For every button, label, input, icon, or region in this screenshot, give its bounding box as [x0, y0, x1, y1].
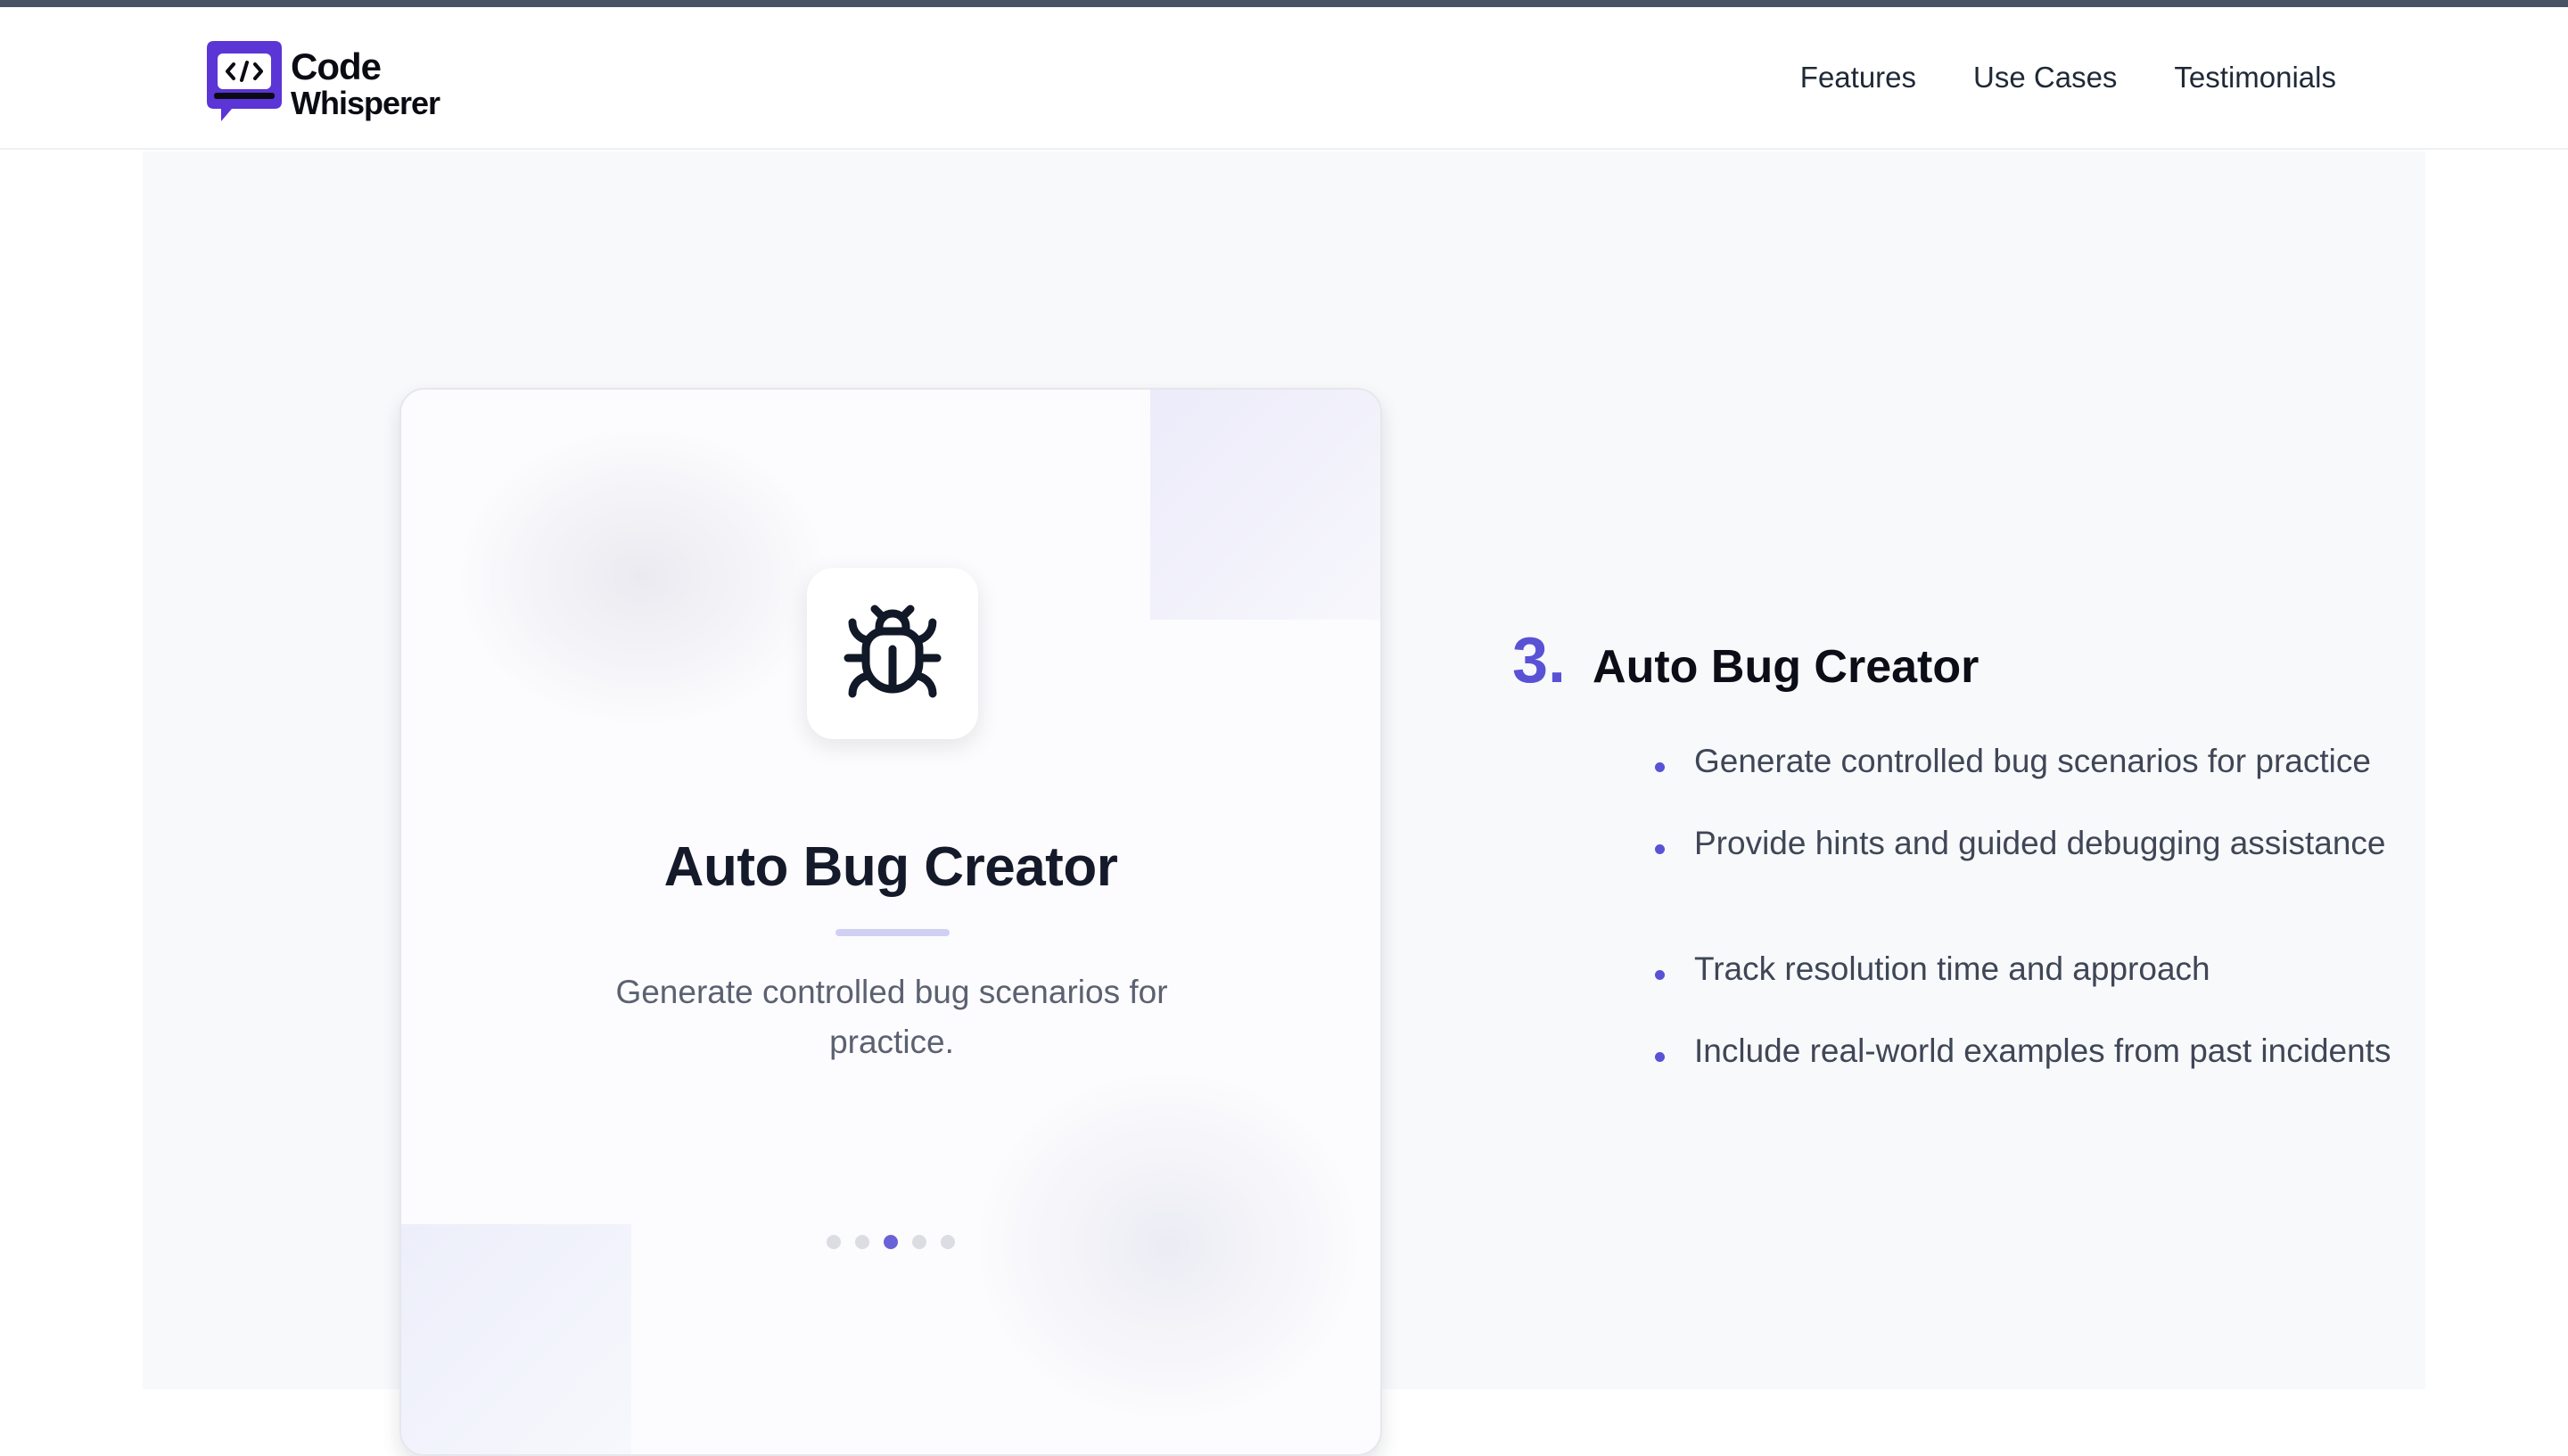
logo[interactable]: Code Whisperer	[205, 39, 440, 128]
decorative-corner-top-right	[1150, 390, 1380, 620]
nav-link-testimonials[interactable]: Testimonials	[2174, 61, 2336, 95]
bullet-text: Generate controlled bug scenarios for pr…	[1694, 743, 2371, 779]
card-description: Generate controlled bug scenarios for pr…	[615, 974, 1168, 1060]
feature-card: Auto Bug Creator Generate controlled bug…	[399, 388, 1382, 1456]
bullet-dot	[1655, 1052, 1665, 1062]
logo-name-line1: Code	[291, 45, 382, 87]
carousel-dot-2[interactable]	[855, 1235, 869, 1249]
nav-link-features[interactable]: Features	[1800, 61, 1916, 95]
features-section: Auto Bug Creator Generate controlled bug…	[143, 152, 2425, 1456]
nav-link-use-cases[interactable]: Use Cases	[1973, 61, 2117, 95]
carousel-dot-1[interactable]	[827, 1235, 841, 1249]
carousel-dot-4[interactable]	[912, 1235, 926, 1249]
feature-number: 3.	[1512, 625, 1567, 696]
feature-icon-tile	[807, 568, 978, 739]
bullet-dot	[1655, 762, 1665, 772]
bullet-dot	[1655, 970, 1665, 980]
decorative-blob	[455, 425, 829, 728]
list-item: Provide hints and guided debugging assis…	[1655, 818, 2440, 869]
bullet-text: Track resolution time and approach	[1694, 950, 2210, 987]
top-accent-strip	[0, 0, 2568, 7]
list-item: Include real-world examples from past in…	[1655, 1025, 2440, 1077]
bullet-text: Include real-world examples from past in…	[1694, 1032, 2391, 1069]
bug-icon	[844, 605, 942, 698]
main-nav: Features Use Cases Testimonials	[1800, 61, 2336, 95]
list-item: Generate controlled bug scenarios for pr…	[1655, 736, 2440, 787]
code-bubble-icon	[205, 39, 284, 128]
carousel-dot-3-active[interactable]	[884, 1235, 898, 1249]
decorative-corner-bottom-left	[401, 1224, 631, 1454]
logo-name-line2: Whisperer	[291, 85, 440, 121]
feature-detail: 3. Auto Bug Creator Generate controlled …	[1512, 624, 2475, 1069]
carousel-dot-5[interactable]	[941, 1235, 955, 1249]
list-item: Track resolution time and approach	[1655, 943, 2440, 995]
site-header: Code Whisperer Features Use Cases Testim…	[0, 7, 2568, 150]
feature-detail-title: Auto Bug Creator	[1593, 641, 1980, 693]
carousel-dots	[401, 1235, 1380, 1249]
bullet-dot	[1655, 844, 1665, 854]
card-title: Auto Bug Creator	[663, 836, 1118, 898]
title-underline	[835, 929, 950, 936]
bullet-text: Provide hints and guided debugging assis…	[1694, 825, 2386, 861]
